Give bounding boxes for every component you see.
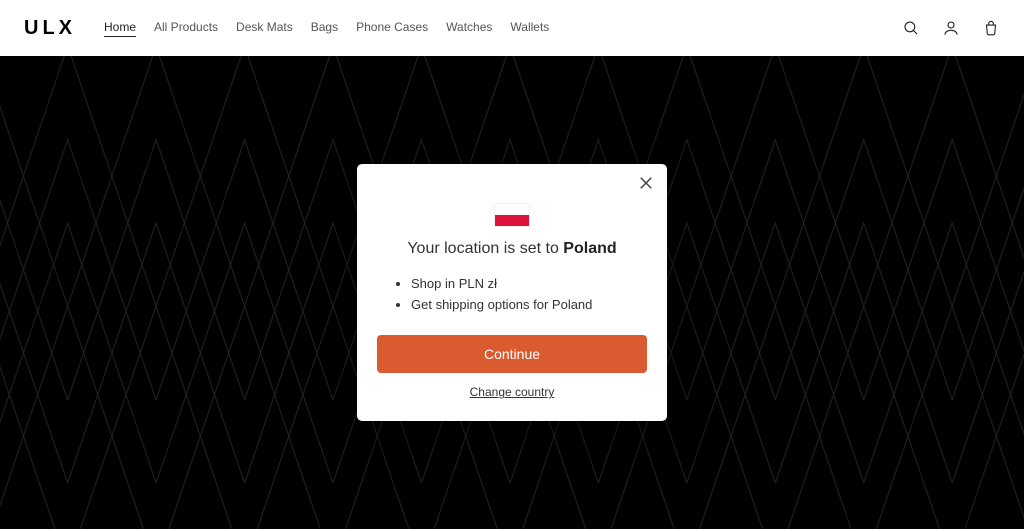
search-icon[interactable] bbox=[902, 19, 920, 37]
brand-logo[interactable]: ULX bbox=[24, 17, 76, 40]
nav-home[interactable]: Home bbox=[104, 20, 136, 37]
nav-phone-cases[interactable]: Phone Cases bbox=[356, 20, 428, 37]
modal-title-prefix: Your location is set to bbox=[407, 240, 563, 257]
poland-flag-icon bbox=[495, 204, 529, 226]
modal-title-country: Poland bbox=[563, 240, 616, 257]
nav-desk-mats[interactable]: Desk Mats bbox=[236, 20, 293, 37]
modal-title: Your location is set to Poland bbox=[377, 240, 647, 258]
account-icon[interactable] bbox=[942, 19, 960, 37]
continue-button[interactable]: Continue bbox=[377, 335, 647, 373]
modal-bullets: Shop in PLN zł Get shipping options for … bbox=[377, 274, 647, 316]
nav-all-products[interactable]: All Products bbox=[154, 20, 218, 37]
close-icon[interactable] bbox=[637, 174, 655, 192]
bullet-shipping: Get shipping options for Poland bbox=[411, 295, 647, 316]
change-country-link[interactable]: Change country bbox=[377, 385, 647, 399]
nav-watches[interactable]: Watches bbox=[446, 20, 492, 37]
header-actions bbox=[902, 19, 1000, 37]
bullet-currency: Shop in PLN zł bbox=[411, 274, 647, 295]
nav-wallets[interactable]: Wallets bbox=[510, 20, 549, 37]
modal-overlay: Your location is set to Poland Shop in P… bbox=[0, 56, 1024, 529]
site-header: ULX Home All Products Desk Mats Bags Pho… bbox=[0, 0, 1024, 56]
nav-bags[interactable]: Bags bbox=[311, 20, 338, 37]
flag-wrap bbox=[377, 204, 647, 226]
primary-nav: Home All Products Desk Mats Bags Phone C… bbox=[104, 20, 902, 37]
cart-icon[interactable] bbox=[982, 19, 1000, 37]
location-modal: Your location is set to Poland Shop in P… bbox=[357, 164, 667, 422]
